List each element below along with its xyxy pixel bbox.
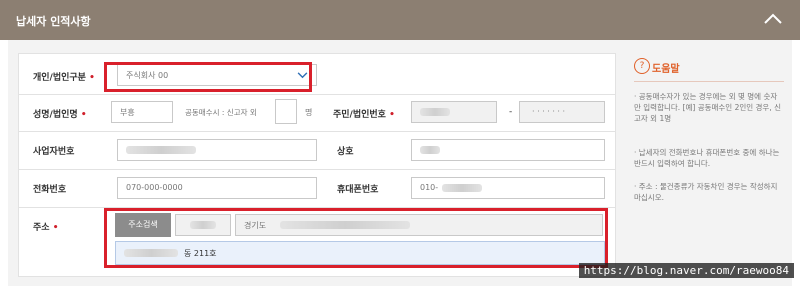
blurred-value <box>420 108 450 116</box>
name-value: 부흥 <box>120 108 135 117</box>
section-title: 납세자 인적사항 <box>16 15 91 28</box>
joint-count-input[interactable] <box>275 99 297 124</box>
bizno-input[interactable] <box>117 139 317 161</box>
help-divider <box>634 81 784 82</box>
help-tip: · 납세자의 전화번호나 휴대폰번호 중에 하나는 반드시 입력하여 합니다. <box>634 148 780 168</box>
phone-input[interactable]: 070-000-0000 <box>117 177 317 199</box>
question-icon: ? <box>634 58 650 74</box>
joint-prefix: 공동매수시 : 신고자 외 <box>185 108 257 117</box>
mobile-label: 휴대폰번호 <box>337 185 379 195</box>
form-area: 개인/법인구분 • 주식회사 00 성명/법인명 • 부흥 공동매수시 : 신고… <box>8 40 792 286</box>
company-label: 상호 <box>337 147 354 157</box>
phone-placeholder: 070-000-0000 <box>126 183 183 192</box>
mobile-value: 010- <box>420 183 439 192</box>
highlight-address <box>104 208 608 268</box>
blurred-value <box>442 184 482 192</box>
row-bizno: 사업자번호 상호 <box>19 131 615 170</box>
mobile-input[interactable]: 010- <box>411 177 605 199</box>
highlight-type <box>104 62 312 92</box>
resident-label: 주민/법인번호 • <box>333 110 395 120</box>
help-panel: ? 도움말 · 공동매수자가 있는 경우에는 외 몇 명에 숫자만 입력합니다.… <box>626 53 786 275</box>
row-phone: 전화번호 070-000-0000 휴대폰번호 010- <box>19 169 615 208</box>
help-title: 도움말 <box>652 64 680 75</box>
blurred-value <box>126 146 196 154</box>
blurred-value <box>420 146 440 154</box>
blog-watermark: https://blog.naver.com/raewoo84 <box>578 263 794 278</box>
resident-back-input[interactable]: · · · · · · · <box>519 101 605 123</box>
name-label: 성명/법인명 • <box>33 110 87 120</box>
row-name: 성명/법인명 • 부흥 공동매수시 : 신고자 외 명 주민/법인번호 • - … <box>19 94 615 132</box>
resident-front-input[interactable] <box>411 101 497 123</box>
chevron-up-icon[interactable] <box>762 8 784 30</box>
address-label: 주소 • <box>33 223 59 233</box>
company-input[interactable] <box>411 139 605 161</box>
type-label: 개인/법인구분 • <box>33 73 95 83</box>
bizno-label: 사업자번호 <box>33 147 75 157</box>
help-tip: · 주소 : 물건종류가 자동차인 경우는 작성하지 마십시오. <box>634 182 778 202</box>
section-header: 납세자 인적사항 <box>0 0 800 40</box>
resident-dash: - <box>509 107 513 117</box>
resident-mask: · · · · · · · <box>532 107 566 116</box>
name-input[interactable]: 부흥 <box>111 101 173 123</box>
phone-label: 전화번호 <box>33 185 67 195</box>
help-tip: · 공동매수자가 있는 경우에는 외 몇 명에 숫자만 입력합니다. [예] 공… <box>634 92 781 123</box>
joint-suffix: 명 <box>305 108 313 117</box>
